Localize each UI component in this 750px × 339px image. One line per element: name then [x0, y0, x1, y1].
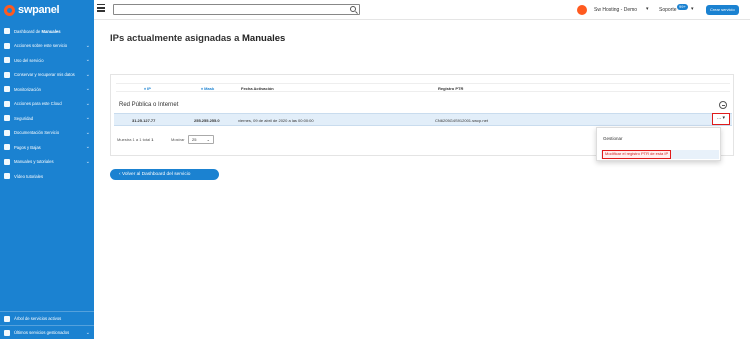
account-name[interactable]: Sw Hosting - Demo	[594, 7, 637, 13]
shield-icon	[4, 115, 10, 122]
tree-icon	[4, 315, 10, 322]
logo-text: swpanel	[18, 4, 60, 16]
page-size-label: Mostrar	[171, 137, 185, 142]
cell-ip: 31.25.127.77	[132, 118, 156, 123]
sidebar-item-acciones-servicio[interactable]: Acciones sobre este servicio ⌄	[0, 39, 94, 54]
swpanel-logo[interactable]: swpanel	[0, 0, 94, 20]
column-header-mask[interactable]: ♦ Mask	[201, 86, 214, 91]
sidebar-item-label: Árbol de servicios activos	[14, 316, 62, 321]
menu-icon[interactable]	[97, 4, 105, 12]
sidebar-item-label: Monitorización	[14, 86, 41, 92]
swpanel-logo-icon	[4, 4, 15, 16]
collapse-icon[interactable]	[719, 101, 727, 109]
chevron-down-icon: ⌄	[85, 144, 90, 150]
menu-item-gestionar[interactable]: Gestionar	[603, 136, 623, 141]
account-logo-icon[interactable]	[577, 5, 587, 15]
chevron-left-icon: ‹	[119, 172, 121, 177]
sidebar-item-arbol-servicios[interactable]: Árbol de servicios activos	[0, 311, 94, 325]
chevron-down-icon: ⌄	[206, 137, 210, 142]
caret-down-icon[interactable]: ▾	[691, 6, 694, 12]
column-header-ptr: Registro PTR	[438, 86, 464, 91]
sidebar-item-manuales-tutoriales[interactable]: Manuales y tutoriales ⌄	[0, 155, 94, 170]
sidebar-item-pagos-bajas[interactable]: Pagos y Bajas ⌄	[0, 140, 94, 155]
video-icon	[4, 173, 10, 180]
sidebar-item-acciones-cloud[interactable]: Acciones para este Cloud ⌄	[0, 97, 94, 112]
row-actions-menu: Gestionar Modificar el registro PTR de e…	[596, 127, 721, 161]
chevron-down-icon: ⌄	[85, 42, 90, 49]
search-input[interactable]	[113, 4, 360, 15]
sidebar-item-label: Vídeo tutoriales	[14, 173, 44, 179]
sidebar-item-conservar-datos[interactable]: Conservar y recuperar mis datos ⌄	[0, 68, 94, 83]
sidebar-item-label: Conservar y recuperar mis datos	[14, 72, 75, 78]
chart-icon	[4, 57, 10, 64]
chevron-down-icon: ⌄	[85, 57, 90, 63]
chevron-down-icon: ⌄	[85, 330, 90, 336]
cloud-icon	[4, 100, 10, 107]
monitor-icon	[4, 86, 10, 93]
cell-mask: 255.255.255.0	[194, 118, 220, 123]
page-size-select[interactable]: 25 ⌄	[188, 135, 214, 144]
sort-icon: ♦	[144, 86, 147, 91]
row-actions-button[interactable]: ... ▾	[712, 113, 730, 125]
table-header: ♦ IP ♦ Mask Fecha Activación Registro PT…	[116, 83, 730, 92]
search-icon[interactable]	[350, 6, 356, 12]
chevron-down-icon: ⌄	[85, 71, 90, 78]
column-header-ip[interactable]: ♦ IP	[144, 86, 151, 91]
chevron-down-icon: ⌄	[85, 158, 90, 165]
cell-date: viernes, 09 de abril de 2020 a las 00:00…	[238, 118, 314, 123]
sidebar: swpanel Dashboard de Manuales Acciones s…	[0, 0, 94, 339]
top-bar: Sw Hosting - Demo ▾ Soporte 99+ ▾ Crear …	[94, 0, 750, 20]
pagination-info: Muestra 1 a 1 total 1	[117, 137, 154, 142]
backup-icon	[4, 71, 10, 78]
group-title: Red Pública o Internet	[119, 102, 179, 108]
sidebar-item-label: Pagos y Bajas	[14, 144, 41, 150]
wallet-icon	[4, 144, 10, 151]
page-title: IPs actualmente asignadas a Manuales	[110, 33, 286, 44]
sidebar-item-seguridad[interactable]: Seguridad ⌄	[0, 111, 94, 126]
column-header-fecha: Fecha Activación	[241, 86, 274, 91]
chevron-down-icon: ⌄	[85, 86, 90, 92]
document-icon	[4, 129, 10, 136]
sidebar-item-video-tutoriales[interactable]: Vídeo tutoriales	[0, 169, 94, 184]
sidebar-item-label: Manuales y tutoriales	[14, 159, 54, 165]
sidebar-item-label: Uso del servicio	[14, 57, 44, 63]
sidebar-item-ultimos-servicios[interactable]: Últimos servicios gestionados ⌄	[0, 325, 94, 339]
caret-down-icon[interactable]: ▾	[646, 6, 649, 12]
sidebar-item-label: Seguridad	[14, 115, 34, 121]
create-service-button[interactable]: Crear servicio	[706, 5, 739, 15]
sidebar-item-label: Últimos servicios gestionados	[14, 330, 70, 335]
book-icon	[4, 158, 10, 165]
sidebar-item-label: Documentación Servicio	[14, 130, 60, 136]
sidebar-item-dashboard[interactable]: Dashboard de Manuales	[0, 24, 94, 39]
support-menu[interactable]: Soporte	[659, 7, 677, 13]
list-icon	[4, 329, 10, 336]
table-row[interactable]: 31.25.127.77 255.255.255.0 viernes, 09 d…	[114, 113, 732, 126]
sidebar-item-label: Dashboard de Manuales	[14, 28, 61, 34]
sidebar-bottom: Árbol de servicios activos Últimos servi…	[0, 311, 94, 339]
sort-icon: ♦	[201, 86, 204, 91]
sidebar-item-monitorizacion[interactable]: Monitorización ⌄	[0, 82, 94, 97]
back-to-dashboard-button[interactable]: ‹ Volver al Dashboard del servicio	[110, 169, 219, 180]
chevron-down-icon: ⌄	[85, 100, 90, 107]
chevron-down-icon: ⌄	[85, 129, 90, 136]
sidebar-item-label: Acciones sobre este servicio	[14, 43, 68, 49]
sidebar-nav: Dashboard de Manuales Acciones sobre est…	[0, 24, 94, 184]
dashboard-icon	[4, 28, 10, 35]
gear-icon	[4, 42, 10, 49]
cell-ptr: CN6205G4S912001.swcp.net	[435, 118, 488, 123]
menu-item-modificar-ptr[interactable]: Modificar el registro PTR de esta IP	[601, 150, 719, 159]
chevron-down-icon: ⌄	[85, 115, 90, 121]
sidebar-item-documentacion[interactable]: Documentación Servicio ⌄	[0, 126, 94, 141]
support-count-badge: 99+	[677, 4, 688, 10]
sidebar-item-label: Acciones para este Cloud	[14, 101, 62, 107]
sidebar-item-uso-servicio[interactable]: Uso del servicio ⌄	[0, 53, 94, 68]
